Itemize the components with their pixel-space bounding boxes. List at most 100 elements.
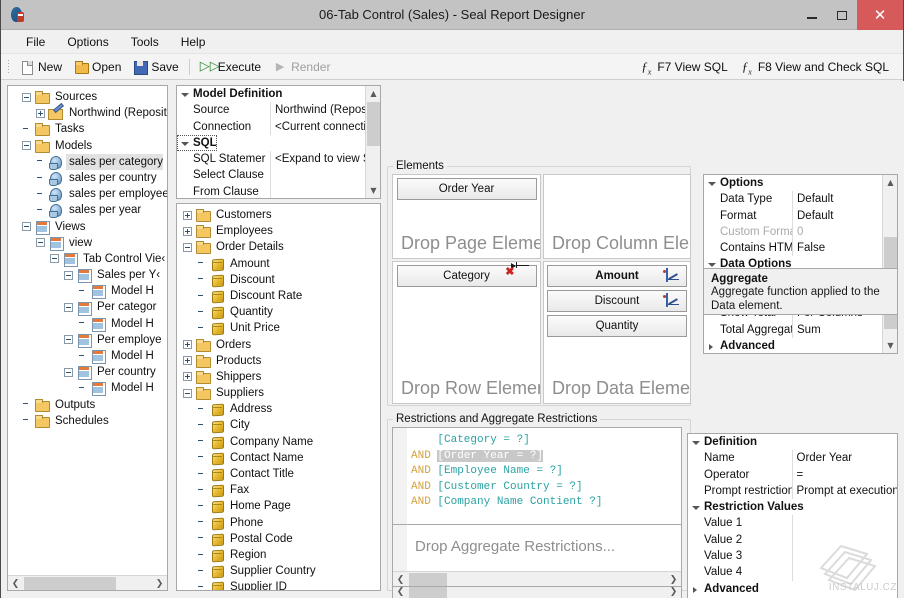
tree-node[interactable]: City [177,417,380,433]
collapse-icon[interactable] [64,303,73,312]
tree-node[interactable]: Per country [8,364,167,380]
property-value[interactable] [793,515,898,531]
collapse-icon[interactable] [183,243,192,252]
scroll-down-icon[interactable]: ▼ [366,183,381,198]
restriction-token[interactable]: [Company Name Contient ?] [437,496,602,508]
tree-node[interactable]: Schedules [8,413,167,429]
execute-button[interactable]: ▷▷ Execute [194,58,267,76]
tree-node[interactable]: sales per employee [8,186,167,202]
tree-node[interactable]: Quantity [177,304,380,320]
tree-node[interactable]: Sales per Y‹ [8,267,167,283]
aggregate-hscrollbar[interactable]: ❮ ❯ [393,571,681,586]
tree-node[interactable]: Postal Code [177,531,380,547]
tree-node[interactable]: sales per country [8,170,167,186]
chart-icon[interactable] [666,269,681,284]
scroll-right-icon[interactable]: ❯ [666,572,681,587]
property-category[interactable]: SQL [177,135,365,151]
menu-item-file[interactable]: File [15,32,56,52]
collapse-icon[interactable] [22,222,31,231]
tree-node[interactable]: Tasks [8,121,167,137]
restriction-line[interactable]: AND [Employee Name = ?] [411,464,602,480]
property-value[interactable]: 0 [793,224,882,240]
tree-node[interactable]: Sources [8,89,167,105]
scroll-right-icon[interactable]: ❯ [152,576,167,591]
property-value[interactable]: <Current connection [271,119,365,135]
tree-node[interactable]: Outputs [8,397,167,413]
property-value[interactable]: Northwind (Reposit‹ [271,102,365,118]
collapse-icon[interactable] [50,254,59,263]
render-button[interactable]: ▶ Render [267,58,336,76]
tree-node[interactable]: Region [177,547,380,563]
tree-node[interactable]: Discount [177,272,380,288]
drop-column-elements-zone[interactable]: Drop Column Eleme [543,174,691,259]
property-value[interactable]: Sum [793,322,882,338]
tree-node[interactable]: Customers [177,207,380,223]
tree-node[interactable]: Models [8,138,167,154]
tree-node[interactable]: view [8,235,167,251]
collapse-icon[interactable] [64,368,73,377]
property-row[interactable]: Custom Format0 [704,224,882,240]
tree-node[interactable]: Supplier Country [177,563,380,579]
restriction-token[interactable]: [Order Year = ?] [437,450,543,462]
hscroll-thumb[interactable] [24,577,116,590]
property-row[interactable]: Total AggregateSum [704,322,882,338]
tree-node[interactable]: Amount [177,256,380,272]
report-tree-hscrollbar[interactable]: ❮ ❯ [8,575,167,590]
element-quantity[interactable]: Quantity [547,315,687,337]
collapse-icon[interactable] [22,141,31,150]
expand-icon[interactable] [183,356,192,365]
tree-node[interactable]: Contact Title [177,466,380,482]
property-category[interactable]: Restriction Values [688,499,897,515]
property-row[interactable]: Data TypeDefault [704,191,882,207]
new-button[interactable]: New [14,58,68,76]
save-button[interactable]: Save [127,58,184,76]
property-row[interactable]: FormatDefault [704,208,882,224]
property-row[interactable]: Value 1 [688,515,897,531]
element-amount[interactable]: Amount [547,265,687,287]
restriction-line[interactable]: AND [Order Year = ?] [411,449,602,465]
tree-node[interactable]: Contact Name [177,450,380,466]
tree-node[interactable]: Per employe [8,332,167,348]
drop-row-elements-zone[interactable]: Category ✖ Drop Row Elements [392,261,541,404]
scroll-left-icon[interactable]: ❮ [393,572,408,587]
property-value[interactable] [793,532,898,548]
toolbar-grip[interactable] [7,59,10,75]
expand-icon[interactable] [183,372,192,381]
property-value[interactable]: Order Year [793,450,898,466]
tree-node[interactable]: Unit Price [177,320,380,336]
property-value[interactable] [793,564,898,580]
scroll-up-icon[interactable]: ▲ [366,86,381,101]
restriction-token[interactable]: [Employee Name = ?] [437,465,562,477]
tree-node[interactable]: Fax [177,482,380,498]
tree-node[interactable]: Products [177,353,380,369]
restriction-line[interactable]: AND [Customer Country = ?] [411,480,602,496]
tree-node[interactable]: Views [8,219,167,235]
collapse-icon[interactable] [36,238,45,247]
restrictions-code[interactable]: [Category = ?] AND [Order Year = ?]AND [E… [411,433,602,511]
source-tree[interactable]: CustomersEmployeesOrder DetailsAmountDis… [177,204,380,590]
tree-node[interactable]: Model H [8,348,167,364]
menu-item-tools[interactable]: Tools [120,32,170,52]
property-value[interactable]: Prompt at execution [793,483,898,499]
scroll-left-icon[interactable]: ❮ [8,576,23,591]
restriction-token[interactable]: [Category = ?] [437,434,529,446]
model-definition-grid[interactable]: Model DefinitionSourceNorthwind (Reposit… [177,86,365,198]
restriction-token[interactable]: [Customer Country = ?] [437,481,582,493]
scroll-down-icon[interactable]: ▼ [883,338,898,353]
tree-node[interactable]: Model H [8,316,167,332]
property-category[interactable]: Advanced [688,581,897,597]
scroll-up-icon[interactable]: ▲ [883,175,898,190]
property-row[interactable]: SQL Statemer<Expand to view S‹ [177,151,365,167]
tree-node[interactable]: sales per year [8,202,167,218]
property-category[interactable]: Advanced [704,338,882,353]
property-row[interactable]: Select Clause [177,167,365,183]
element-discount[interactable]: Discount [547,290,687,312]
property-row[interactable]: NameOrder Year [688,450,897,466]
element-order-year[interactable]: Order Year [397,178,537,200]
restriction-properties-grid[interactable]: DefinitionNameOrder YearOperator=Prompt … [688,434,897,598]
collapse-icon[interactable] [64,335,73,344]
drop-aggregate-restrictions-zone[interactable]: Drop Aggregate Restrictions... ❮ ❯ [392,524,682,587]
expand-icon[interactable] [183,340,192,349]
element-category[interactable]: Category ✖ [397,265,537,287]
expand-icon[interactable] [183,227,192,236]
